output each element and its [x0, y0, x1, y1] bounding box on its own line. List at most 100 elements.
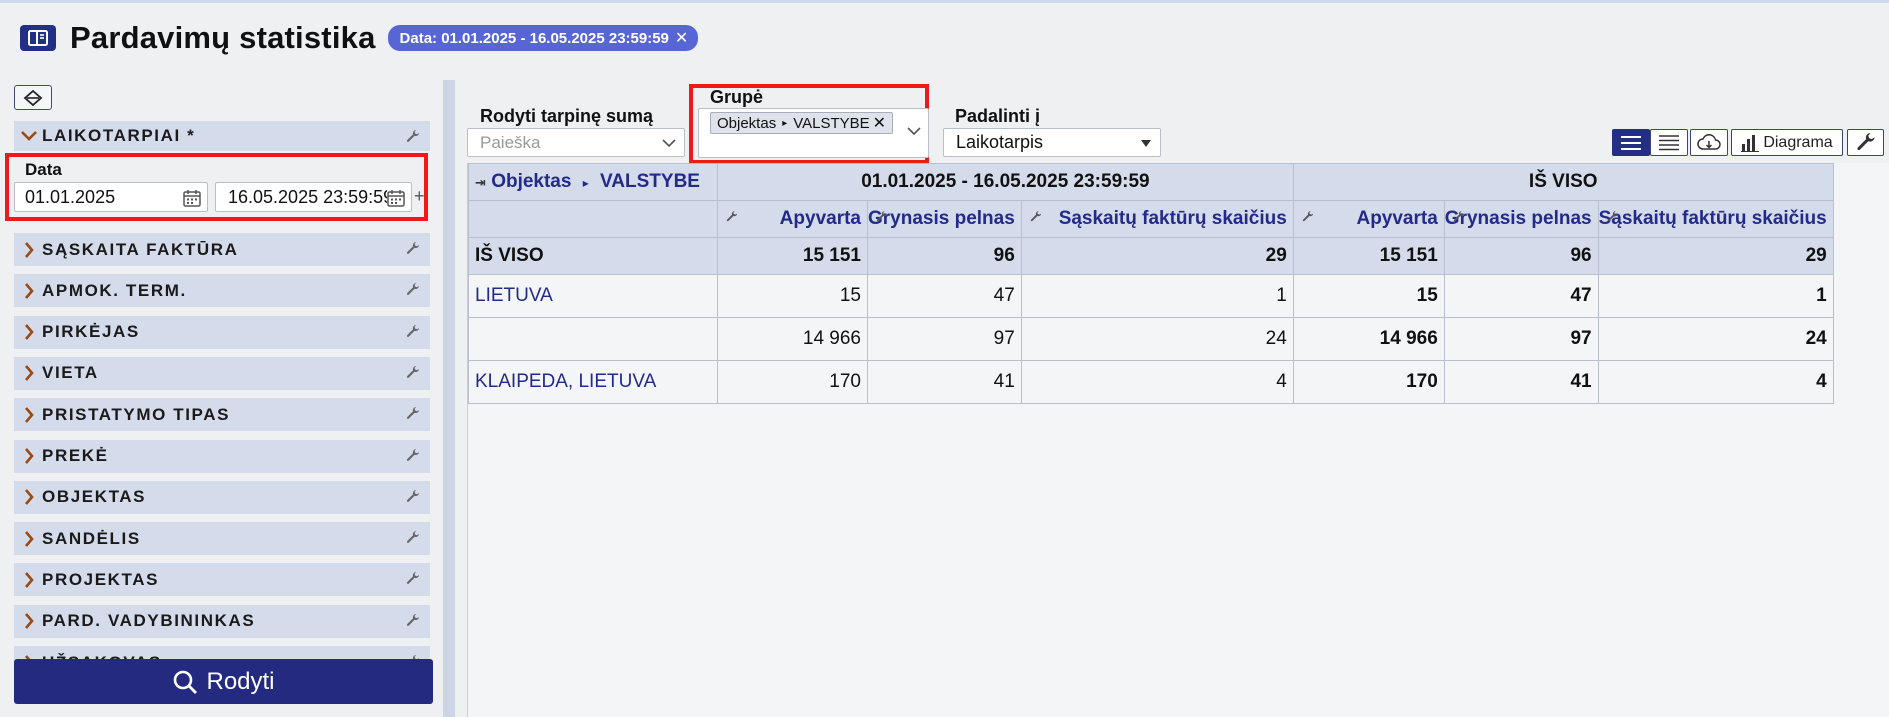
calendar-icon[interactable]: [387, 189, 405, 207]
wrench-icon[interactable]: [726, 211, 738, 223]
top-border: [0, 0, 1889, 3]
column-header-label: Sąskaitų faktūrų skaičius: [1058, 208, 1287, 229]
show-button[interactable]: Rodyti: [14, 659, 433, 704]
total-cell: 15 151: [717, 237, 868, 275]
sidebar-section-laikotarpiai[interactable]: LAIKOTARPIAI *: [14, 121, 430, 151]
wrench-icon[interactable]: [1302, 211, 1314, 223]
column-header[interactable]: Grynasis pelnas: [1443, 200, 1599, 238]
value-cell: 1: [1020, 274, 1294, 318]
value-cell: 24: [1597, 317, 1834, 361]
value-cell: 24: [1020, 317, 1294, 361]
wrench-icon[interactable]: [406, 572, 420, 586]
group-header-b: VALSTYBE: [600, 171, 700, 192]
total-row-label: IŠ VISO: [468, 237, 718, 275]
close-icon[interactable]: ✕: [675, 28, 688, 48]
row-label: [468, 317, 718, 361]
group-chip-a: Objektas: [717, 114, 777, 132]
total-cell: 96: [1443, 237, 1599, 275]
wrench-icon[interactable]: [406, 407, 420, 421]
panel-splitter[interactable]: [443, 80, 455, 717]
date-to-input[interactable]: 16.05.2025 23:59:59: [215, 182, 412, 212]
date-filter-chip[interactable]: Data: 01.01.2025 - 16.05.2025 23:59:59 ✕: [387, 25, 699, 51]
sidebar-section-label: PROJEKTAS: [42, 569, 160, 589]
chevron-right-icon: [16, 613, 42, 630]
wrench-icon[interactable]: [1453, 211, 1465, 223]
detail-view-button[interactable]: [1650, 129, 1688, 156]
wrench-icon[interactable]: [406, 130, 420, 144]
sidebar-section-item[interactable]: APMOK. TERM.: [14, 274, 430, 308]
pin-icon[interactable]: ⇥: [475, 175, 486, 190]
chevron-down-icon: [16, 130, 42, 142]
sidebar-section-label: PIRKĖJAS: [42, 322, 140, 342]
value-cell: 1: [1597, 274, 1834, 318]
sidebar-section-item[interactable]: PRISTATYMO TIPAS: [14, 398, 430, 432]
table-view-button[interactable]: [1612, 129, 1650, 156]
wrench-icon[interactable]: [406, 531, 420, 545]
sidebar-section-item[interactable]: SANDĖLIS: [14, 522, 430, 556]
sidebar-section-label: VIETA: [42, 363, 99, 383]
total-cell: 29: [1597, 237, 1834, 275]
sidebar-section-item[interactable]: PARD. VADYBININKAS: [14, 604, 430, 638]
wrench-icon[interactable]: [406, 324, 420, 339]
column-header[interactable]: Apyvarta: [717, 200, 868, 238]
value-cell: 170: [1292, 360, 1445, 404]
wrench-icon[interactable]: [406, 242, 420, 256]
column-header[interactable]: Sąskaitų faktūrų skaičius: [1020, 200, 1294, 238]
sidebar-toggle-icon[interactable]: [20, 25, 56, 51]
add-period-button[interactable]: +: [414, 186, 425, 207]
sidebar-section-item[interactable]: SĄSKAITA FAKTŪRA: [14, 233, 430, 266]
wrench-icon[interactable]: [406, 365, 420, 380]
split-label: Padalinti į: [955, 106, 1041, 126]
value-cell: 41: [867, 360, 1022, 404]
group-label: Grupė: [710, 87, 764, 107]
sidebar-section-item[interactable]: OBJEKTAS: [14, 480, 430, 514]
sidebar-section-item[interactable]: PROJEKTAS: [14, 563, 430, 597]
cloud-download-button[interactable]: [1690, 129, 1728, 156]
date-to-value: 16.05.2025 23:59:59: [228, 186, 394, 207]
page-title: Pardavimų statistika: [70, 20, 376, 55]
group-chip[interactable]: Objektas ▸ VALSTYBE ✕: [710, 112, 894, 134]
total-cell: 29: [1020, 237, 1294, 275]
wrench-icon[interactable]: [406, 489, 420, 504]
date-from-input[interactable]: 01.01.2025: [14, 182, 208, 212]
caret-right-icon: ▸: [582, 176, 589, 190]
value-cell: 15: [1292, 274, 1445, 318]
chevron-down-icon[interactable]: [907, 126, 921, 136]
date-from-value: 01.01.2025: [25, 186, 116, 207]
split-select[interactable]: Laikotarpis: [943, 128, 1161, 157]
group-column-header[interactable]: ⇥ Objektas ▸ VALSTYBE: [468, 163, 718, 201]
sidebar-section-item[interactable]: PREKĖ: [14, 439, 430, 473]
sidebar-section-label: OBJEKTAS: [42, 487, 147, 507]
cloud-download-icon: [1697, 133, 1721, 150]
collapse-all-button[interactable]: [14, 85, 52, 110]
total-header: IŠ VISO: [1292, 163, 1834, 201]
sidebar-section-label: LAIKOTARPIAI *: [42, 126, 196, 145]
date-label: Data: [25, 160, 62, 179]
column-header[interactable]: Sąskaitų faktūrų skaičius: [1597, 200, 1834, 238]
sidebar-section-item[interactable]: VIETA: [14, 356, 430, 390]
value-cell: 170: [717, 360, 868, 404]
calendar-icon[interactable]: [183, 189, 201, 207]
wrench-icon[interactable]: [406, 283, 420, 297]
wrench-icon[interactable]: [1607, 211, 1619, 223]
column-header[interactable]: Grynasis pelnas: [867, 200, 1022, 238]
sidebar-section-item[interactable]: PIRKĖJAS: [14, 315, 430, 349]
caret-down-icon: [1140, 139, 1152, 148]
column-header[interactable]: Apyvarta: [1292, 200, 1445, 238]
split-value: Laikotarpis: [956, 132, 1044, 152]
wrench-icon[interactable]: [406, 448, 420, 463]
settings-button[interactable]: [1847, 129, 1884, 156]
wrench-icon[interactable]: [1030, 211, 1042, 223]
column-header-label: Apyvarta: [779, 208, 861, 229]
row-label[interactable]: LIETUVA: [468, 274, 718, 318]
close-icon[interactable]: ✕: [873, 113, 886, 133]
wrench-icon[interactable]: [406, 613, 420, 628]
wrench-icon[interactable]: [876, 211, 888, 223]
chevron-right-icon: [16, 324, 42, 340]
chevron-right-icon: [16, 530, 42, 547]
row-label[interactable]: KLAIPEDA, LIETUVA: [468, 360, 718, 404]
diagram-button[interactable]: Diagrama: [1731, 129, 1843, 156]
subtotal-select[interactable]: Paieška: [467, 128, 685, 157]
search-icon: [174, 670, 198, 694]
value-cell: 14 966: [1292, 317, 1445, 361]
